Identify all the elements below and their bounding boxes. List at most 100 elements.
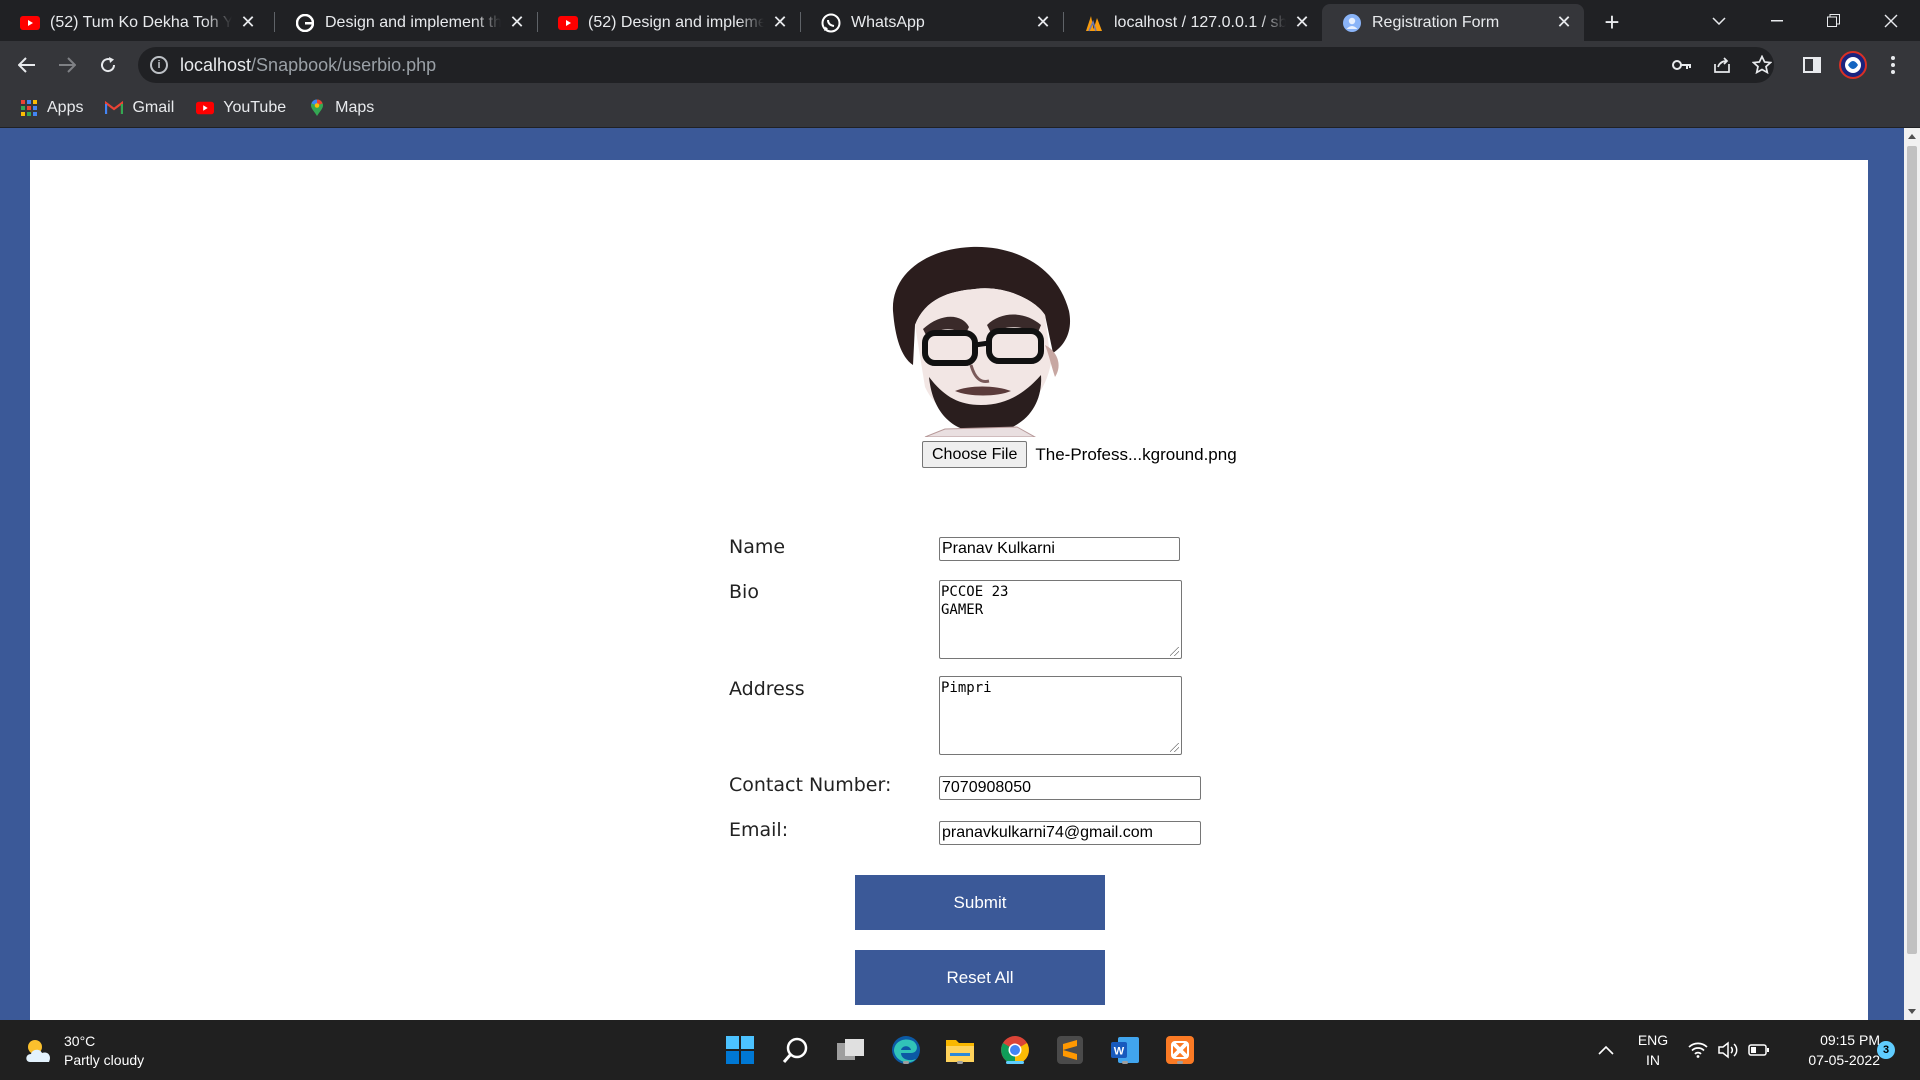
- bookmark-youtube[interactable]: YouTube: [196, 99, 286, 117]
- youtube-icon: [558, 13, 578, 33]
- tab-title: WhatsApp: [851, 13, 925, 31]
- tab-google-design[interactable]: Design and implement the form ✕: [275, 4, 537, 41]
- globe-icon: [1342, 13, 1362, 33]
- language-indicator[interactable]: ENG IN: [1636, 1030, 1670, 1070]
- date-text: 07-05-2022: [1808, 1052, 1880, 1068]
- name-input[interactable]: Pranav Kulkarni: [939, 537, 1180, 561]
- maps-icon: [308, 99, 326, 117]
- submit-button[interactable]: Submit: [855, 875, 1105, 930]
- choose-file-button[interactable]: Choose File: [922, 441, 1028, 468]
- notification-badge[interactable]: 3: [1877, 1041, 1895, 1059]
- scroll-down-arrow-icon[interactable]: [1908, 1009, 1916, 1014]
- address-bar[interactable]: i localhost/Snapbook/userbio.php: [138, 47, 1774, 83]
- email-input[interactable]: pranavkulkarni74@gmail.com: [939, 821, 1201, 845]
- close-window-button[interactable]: [1862, 0, 1920, 41]
- key-icon[interactable]: [1667, 50, 1697, 80]
- tab-youtube-design[interactable]: (52) Design and implement ✕: [538, 4, 800, 41]
- tab-title: (52) Design and implement: [588, 13, 764, 31]
- sublime-icon[interactable]: [1052, 1032, 1088, 1068]
- edge-icon[interactable]: [888, 1032, 924, 1068]
- restore-button[interactable]: [1804, 0, 1862, 41]
- search-icon[interactable]: [778, 1032, 814, 1068]
- tab-title: Design and implement the form: [325, 13, 501, 31]
- windows-taskbar: 30°C Partly cloudy W ENG IN 09:15 PM 07-05…: [0, 1020, 1920, 1080]
- system-clock[interactable]: 09:15 PM 07-05-2022: [1780, 1030, 1880, 1070]
- task-view-icon[interactable]: [833, 1032, 869, 1068]
- weather-text: Partly cloudy: [64, 1052, 145, 1068]
- email-label: Email:: [729, 819, 789, 841]
- forward-button[interactable]: [52, 50, 82, 80]
- bookmark-star-icon[interactable]: [1747, 50, 1777, 80]
- close-icon[interactable]: ✕: [507, 12, 527, 33]
- reset-all-button[interactable]: Reset All: [855, 950, 1105, 1005]
- running-indicator: [903, 1061, 909, 1064]
- contact-number-label: Contact Number:: [729, 774, 892, 796]
- bookmark-label: Maps: [335, 99, 375, 116]
- show-hidden-icons-button[interactable]: [1598, 1020, 1614, 1080]
- tab-phpmyadmin[interactable]: localhost / 127.0.0.1 / sb / userbio ✕: [1064, 4, 1322, 41]
- file-explorer-icon[interactable]: [942, 1032, 978, 1068]
- gmail-icon: [105, 99, 124, 117]
- running-indicator: [957, 1061, 963, 1064]
- back-button[interactable]: [12, 50, 42, 80]
- wifi-icon[interactable]: [1688, 1020, 1708, 1080]
- new-tab-button[interactable]: +: [1598, 7, 1626, 37]
- contact-number-input[interactable]: 7070908050: [939, 776, 1201, 800]
- start-icon[interactable]: [722, 1032, 758, 1068]
- close-icon[interactable]: ✕: [1292, 12, 1312, 33]
- word-icon[interactable]: W: [1107, 1032, 1143, 1068]
- bookmark-label: Gmail: [132, 99, 175, 116]
- bookmark-label: Apps: [47, 99, 84, 116]
- side-panel-icon[interactable]: [1797, 50, 1827, 80]
- minimize-button[interactable]: [1748, 0, 1806, 41]
- time-text: 09:15 PM: [1820, 1032, 1880, 1048]
- close-icon[interactable]: ✕: [238, 12, 258, 33]
- reload-button[interactable]: [93, 50, 123, 80]
- tab-search-button[interactable]: [1690, 0, 1748, 41]
- scrollbar-thumb[interactable]: [1907, 146, 1917, 954]
- tab-youtube-song[interactable]: (52) Tum Ko Dekha Toh Ye Khayal Aaya ✕: [0, 4, 268, 41]
- active-indicator: [1006, 1061, 1024, 1064]
- temperature-text: 30°C: [64, 1033, 96, 1049]
- running-indicator: [1177, 1061, 1183, 1064]
- scroll-up-arrow-icon[interactable]: [1908, 134, 1916, 139]
- form-card: Choose File The-Profess...kground.png Na…: [30, 160, 1868, 1020]
- phpmyadmin-icon: [1084, 13, 1104, 33]
- bookmark-maps[interactable]: Maps: [308, 99, 374, 117]
- tab-whatsapp[interactable]: WhatsApp ✕: [801, 4, 1063, 41]
- bookmark-gmail[interactable]: Gmail: [105, 99, 174, 117]
- close-icon[interactable]: ✕: [1554, 12, 1574, 33]
- tab-title: Registration Form: [1372, 13, 1500, 31]
- address-textarea[interactable]: Pimpri: [939, 676, 1182, 755]
- close-icon[interactable]: ✕: [1033, 12, 1053, 33]
- volume-icon[interactable]: [1718, 1020, 1740, 1080]
- bio-label: Bio: [729, 581, 759, 603]
- svg-text:W: W: [1114, 1046, 1125, 1058]
- partly-cloudy-icon: [26, 1040, 51, 1062]
- bookmark-apps[interactable]: Apps: [20, 99, 83, 117]
- tab-title: (52) Tum Ko Dekha Toh Ye Khayal Aaya: [50, 13, 232, 31]
- xampp-icon[interactable]: [1162, 1032, 1198, 1068]
- menu-icon[interactable]: [1878, 50, 1908, 80]
- profile-picture: [892, 246, 1071, 437]
- address-label: Address: [729, 678, 805, 700]
- url-text: localhost/Snapbook/userbio.php: [180, 54, 437, 75]
- page-scrollbar[interactable]: [1904, 128, 1920, 1020]
- weather-widget[interactable]: 30°C Partly cloudy: [24, 1032, 144, 1070]
- youtube-icon: [20, 13, 40, 33]
- info-icon[interactable]: i: [150, 56, 168, 74]
- youtube-icon: [196, 99, 215, 117]
- bio-textarea[interactable]: PCCOE 23 GAMER: [939, 580, 1182, 659]
- browser-toolbar: i localhost/Snapbook/userbio.php: [0, 41, 1920, 89]
- bookmark-label: YouTube: [223, 99, 287, 116]
- close-icon[interactable]: ✕: [770, 12, 790, 33]
- tab-registration-form[interactable]: Registration Form ✕: [1322, 4, 1584, 41]
- file-upload: Choose File The-Profess...kground.png: [922, 441, 1237, 468]
- profile-avatar-icon[interactable]: [1838, 50, 1868, 80]
- page-viewport: Choose File The-Profess...kground.png Na…: [0, 128, 1904, 1020]
- chrome-icon[interactable]: [997, 1032, 1033, 1068]
- share-icon[interactable]: [1707, 50, 1737, 80]
- battery-icon[interactable]: [1748, 1020, 1770, 1080]
- google-icon: [295, 13, 315, 33]
- name-label: Name: [729, 536, 786, 558]
